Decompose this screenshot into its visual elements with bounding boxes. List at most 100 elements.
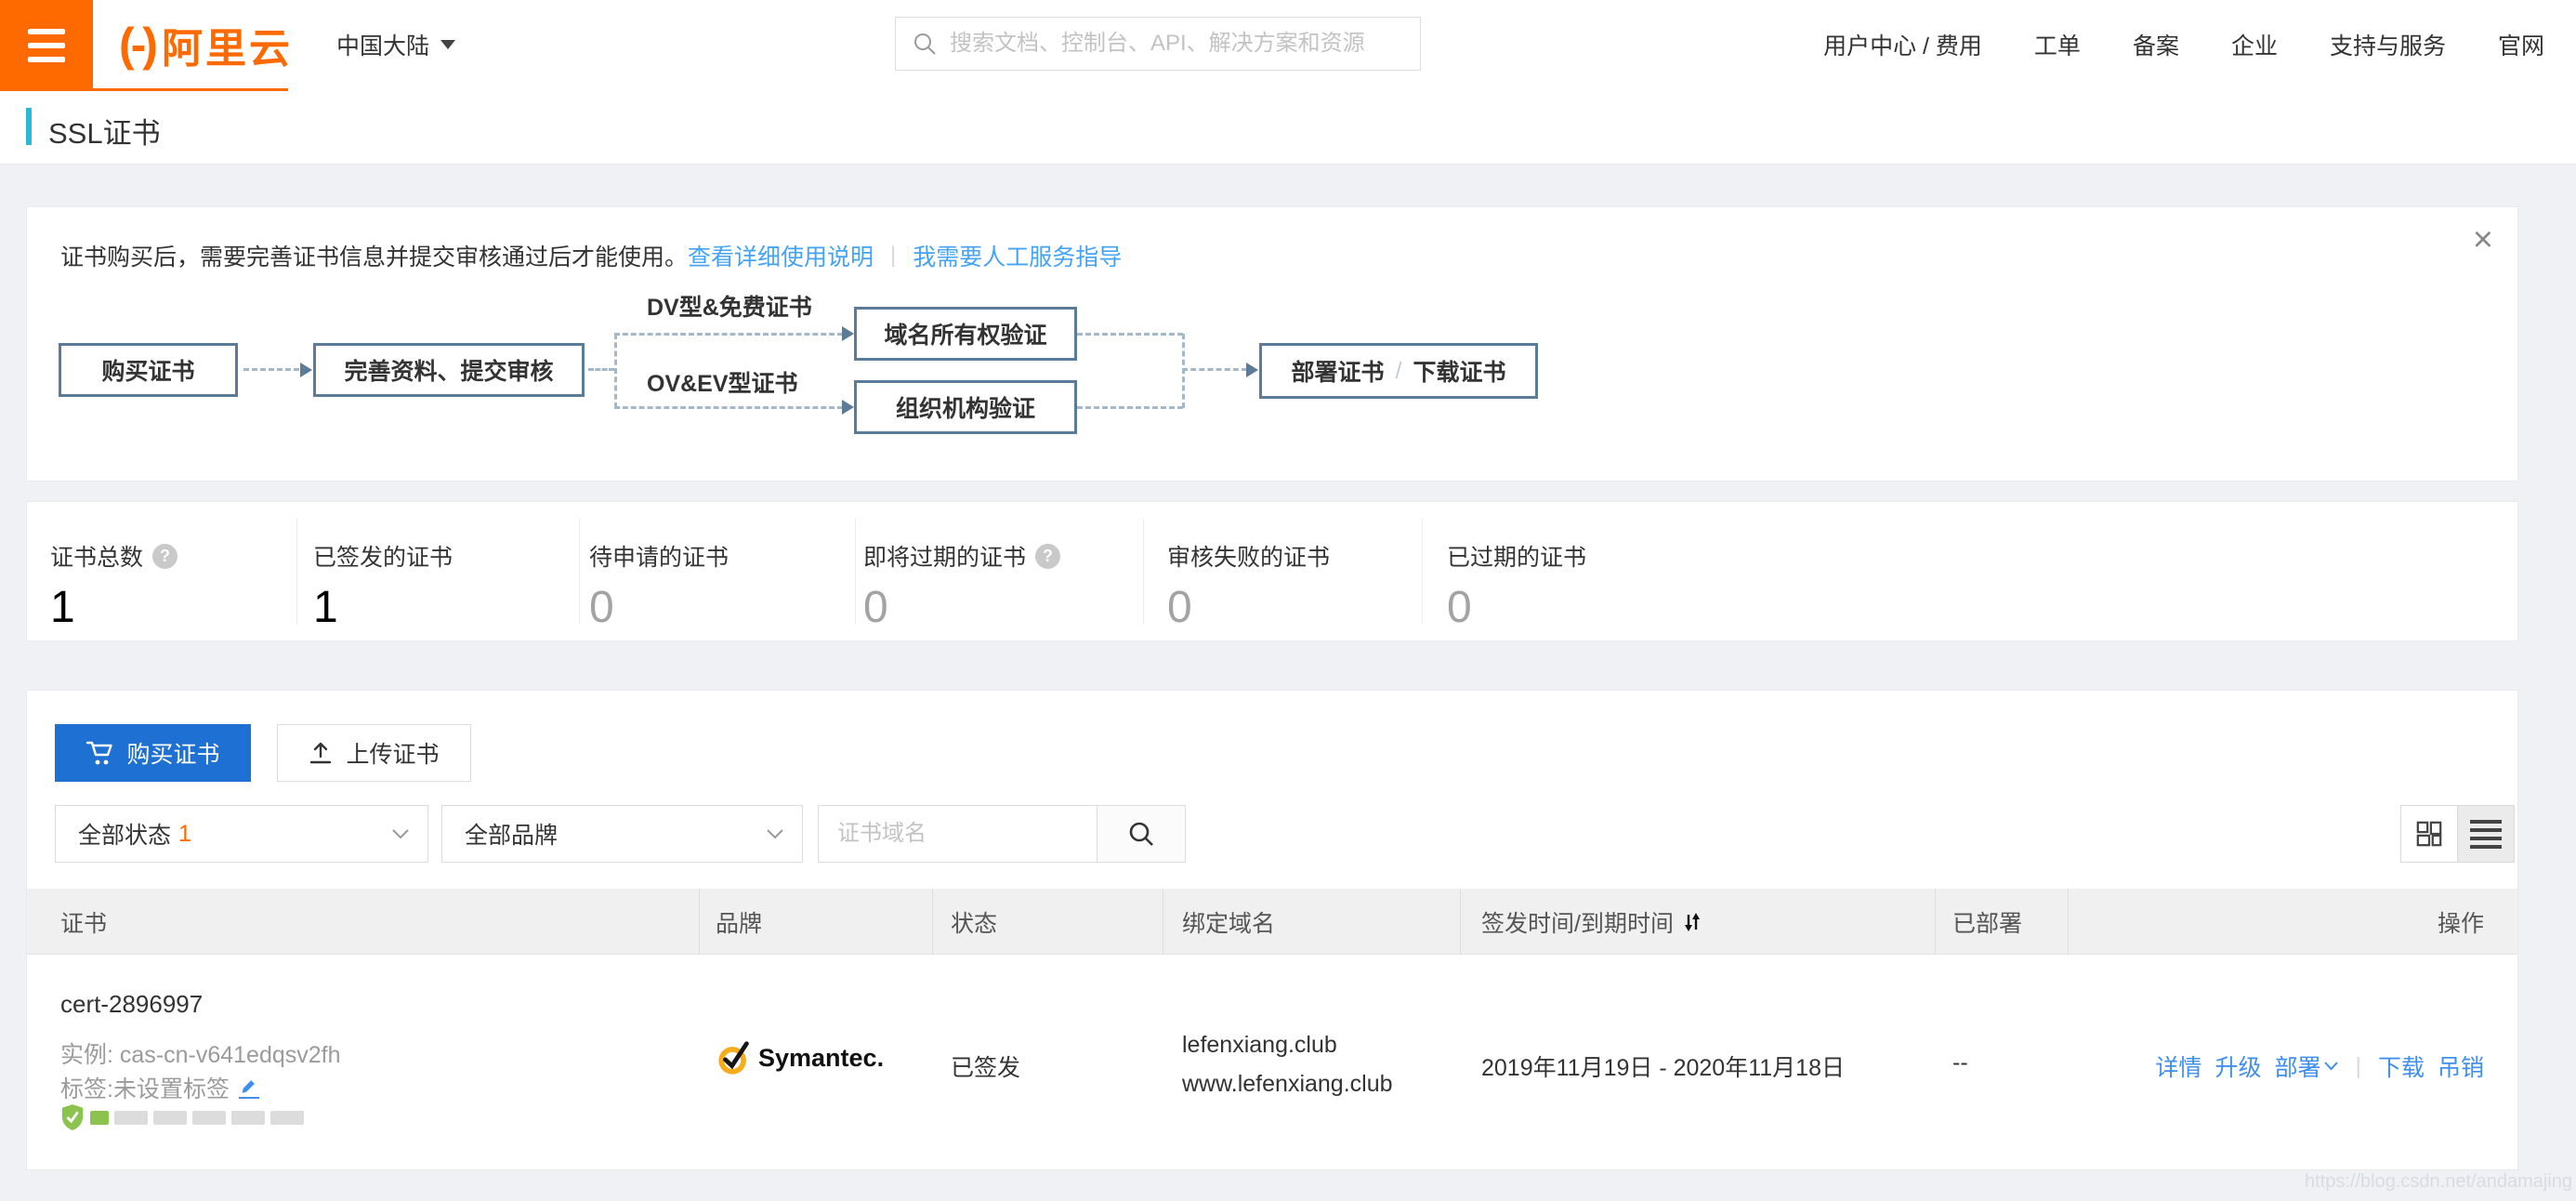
- flow-step-deploy-download: 部署证书 / 下载证书: [1259, 343, 1538, 399]
- flow-dash: [243, 368, 299, 371]
- brand-name: Symantec.: [758, 1044, 884, 1073]
- upload-icon: [309, 741, 333, 765]
- stat-total-label: 证书总数: [50, 539, 143, 573]
- flow-dash: [588, 368, 614, 371]
- pencil-icon: [239, 1077, 259, 1096]
- progress-segment: [270, 1111, 304, 1125]
- sort-icon[interactable]: [1683, 911, 1702, 933]
- flow-deploy-label: 部署证书: [1292, 354, 1385, 388]
- progress-segment: [90, 1111, 109, 1125]
- watermark: https://blog.csdn.net/andamajing: [2305, 1171, 2572, 1193]
- stat-divider: [1422, 519, 1423, 625]
- cert-status: 已签发: [951, 1049, 1020, 1083]
- help-icon[interactable]: [152, 544, 177, 569]
- action-deploy-dropdown[interactable]: 部署: [2274, 1049, 2338, 1083]
- global-search[interactable]: [895, 17, 1421, 71]
- bound-domains: lefenxiang.club www.lefenxiang.club: [1182, 1025, 1393, 1103]
- stat-expired: 已过期的证书 0: [1447, 539, 1586, 633]
- flow-dash: [614, 406, 843, 409]
- view-toggle: [2400, 805, 2515, 863]
- search-icon: [913, 32, 937, 56]
- stat-total: 证书总数 1: [50, 539, 177, 633]
- flow-label-ovev: OV&EV型证书: [647, 365, 798, 399]
- certificate-list-panel: 购买证书 上传证书 全部状态 1 全部品牌: [26, 690, 2518, 1170]
- topbar: (-) 阿里云 中国大陆 用户中心 / 费用 工单 备案 企业 支持与服务 官网: [0, 0, 2576, 88]
- stat-expiring: 即将过期的证书 0: [863, 539, 1060, 633]
- brand-cell: Symantec.: [716, 1038, 884, 1077]
- deployed-value: --: [1952, 1049, 1968, 1076]
- menu-tickets[interactable]: 工单: [2034, 28, 2081, 61]
- title-accent-bar: [26, 108, 32, 145]
- menu-enterprise[interactable]: 企业: [2231, 28, 2278, 61]
- table-header: 证书 品牌 状态 绑定域名 签发时间/到期时间 已部署 操作: [27, 889, 2517, 955]
- stat-failed: 审核失败的证书 0: [1167, 539, 1330, 633]
- edit-tag-button[interactable]: [239, 1077, 259, 1099]
- chevron-down-icon: [440, 40, 455, 49]
- aliyun-logo-text: 阿里云: [162, 15, 293, 74]
- col-header-cert: 证书: [60, 889, 107, 955]
- upload-certificate-button[interactable]: 上传证书: [277, 724, 471, 782]
- menu-user-center[interactable]: 用户中心 / 费用: [1823, 28, 1982, 61]
- validity-period: 2019年11月19日 - 2020年11月18日: [1481, 1049, 1845, 1083]
- flow-step-domain-verify: 域名所有权验证: [854, 307, 1077, 361]
- brand-filter-select[interactable]: 全部品牌: [441, 805, 803, 863]
- close-icon[interactable]: ×: [2473, 222, 2493, 257]
- flow-step-org-verify: 组织机构验证: [854, 380, 1077, 434]
- menu-official-site[interactable]: 官网: [2498, 28, 2544, 61]
- menu-icp-filing[interactable]: 备案: [2133, 28, 2179, 61]
- region-selector[interactable]: 中国大陆: [336, 0, 455, 88]
- topbar-menu: 用户中心 / 费用 工单 备案 企业 支持与服务 官网: [1823, 0, 2544, 88]
- col-header-status: 状态: [951, 889, 997, 955]
- aliyun-logo-mark-icon: (-): [119, 18, 154, 72]
- usage-doc-link[interactable]: 查看详细使用说明: [688, 239, 874, 272]
- domain-search-input[interactable]: [818, 805, 1097, 863]
- hamburger-menu-button[interactable]: [0, 0, 93, 91]
- help-icon[interactable]: [1035, 544, 1060, 569]
- action-revoke[interactable]: 吊销: [2438, 1049, 2484, 1083]
- buy-certificate-button[interactable]: 购买证书: [55, 724, 251, 782]
- flow-arrow-icon: [842, 326, 854, 341]
- stat-failed-value: 0: [1167, 582, 1330, 633]
- col-header-validity: 签发时间/到期时间: [1481, 889, 1702, 955]
- action-upgrade[interactable]: 升级: [2215, 1049, 2261, 1083]
- orange-accent-line: [0, 88, 288, 91]
- stat-failed-label: 审核失败的证书: [1167, 539, 1330, 573]
- aliyun-ssl-console: (-) 阿里云 中国大陆 用户中心 / 费用 工单 备案 企业 支持与服务 官网…: [0, 0, 2576, 1201]
- progress-segment: [114, 1111, 148, 1125]
- domain-search-button[interactable]: [1097, 805, 1186, 863]
- flow-dash: [614, 334, 617, 408]
- certificate-stats: 证书总数 1 已签发的证书 1 待申请的证书 0 即将过期的证书 0: [26, 501, 2518, 641]
- flow-dash: [1182, 334, 1185, 408]
- cert-instance: 实例: cas-cn-v641edqsv2fh: [60, 1036, 341, 1070]
- stat-pending-label: 待申请的证书: [589, 539, 729, 573]
- link-separator: |: [890, 243, 896, 269]
- progress-segment: [153, 1111, 187, 1125]
- action-details[interactable]: 详情: [2155, 1049, 2201, 1083]
- flow-step-complete: 完善资料、提交审核: [313, 343, 585, 397]
- aliyun-logo[interactable]: (-) 阿里云: [119, 0, 293, 88]
- shield-check-icon: [60, 1103, 85, 1131]
- cert-progress: [60, 1103, 304, 1131]
- list-view-button[interactable]: [2457, 806, 2514, 862]
- progress-segment: [192, 1111, 226, 1125]
- notice-text: 证书购买后，需要完善证书信息并提交审核通过后才能使用。: [60, 239, 688, 272]
- actions-separator: |: [2355, 1053, 2361, 1080]
- flow-dash: [614, 333, 843, 336]
- stat-divider: [855, 519, 856, 625]
- symantec-logo-icon: [716, 1038, 755, 1077]
- stat-divider: [1143, 519, 1144, 625]
- col-header-deployed: 已部署: [1952, 889, 2022, 955]
- card-view-button[interactable]: [2401, 806, 2457, 862]
- cert-id[interactable]: cert-2896997: [60, 990, 203, 1019]
- human-service-link[interactable]: 我需要人工服务指导: [913, 239, 1122, 272]
- action-download[interactable]: 下载: [2378, 1049, 2425, 1083]
- menu-support[interactable]: 支持与服务: [2330, 28, 2446, 61]
- cert-tag: 标签:未设置标签: [60, 1071, 259, 1104]
- notice-row: 证书购买后，需要完善证书信息并提交审核通过后才能使用。 查看详细使用说明 | 我…: [60, 239, 1122, 272]
- region-label: 中国大陆: [336, 28, 429, 61]
- status-filter-select[interactable]: 全部状态 1: [55, 805, 428, 863]
- flow-dash: [1077, 333, 1183, 336]
- domain-search-group: [818, 805, 1186, 863]
- page-title: SSL证书: [48, 110, 161, 152]
- global-search-input[interactable]: [948, 30, 1420, 58]
